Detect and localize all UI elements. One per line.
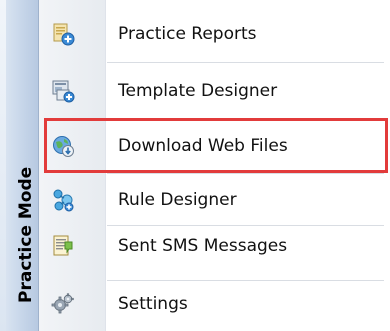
menu-item-label: Practice Reports (118, 23, 257, 44)
settings-gear-icon (51, 292, 75, 316)
menu-item-label: Download Web Files (118, 135, 288, 156)
globe-download-icon (51, 134, 75, 158)
sms-messages-icon (51, 234, 75, 258)
menu-item-settings[interactable]: Settings (39, 276, 384, 331)
report-document-add-icon (51, 22, 75, 46)
menu-item-label: Settings (118, 293, 188, 314)
practice-mode-label-wrap: Practice Mode (6, 0, 38, 331)
menu-item-download-web-files[interactable]: Download Web Files (39, 118, 384, 173)
menu-item-label: Rule Designer (118, 189, 237, 210)
menu-item-label: Sent SMS Messages (118, 235, 288, 256)
practice-mode-label: Practice Mode (16, 166, 36, 303)
rule-designer-icon (51, 188, 75, 212)
practice-mode-panel-header[interactable]: Practice Mode (0, 0, 39, 331)
panel-header-accent (0, 0, 6, 331)
practice-mode-menu: Practice Reports Template Designer Downl… (39, 0, 390, 331)
menu-item-label: Template Designer (118, 80, 278, 101)
template-designer-icon (51, 79, 75, 103)
menu-item-template-designer[interactable]: Template Designer (39, 63, 384, 118)
menu-item-practice-reports[interactable]: Practice Reports (39, 6, 384, 61)
menu-item-sent-sms-messages[interactable]: Sent SMS Messages (39, 218, 384, 273)
